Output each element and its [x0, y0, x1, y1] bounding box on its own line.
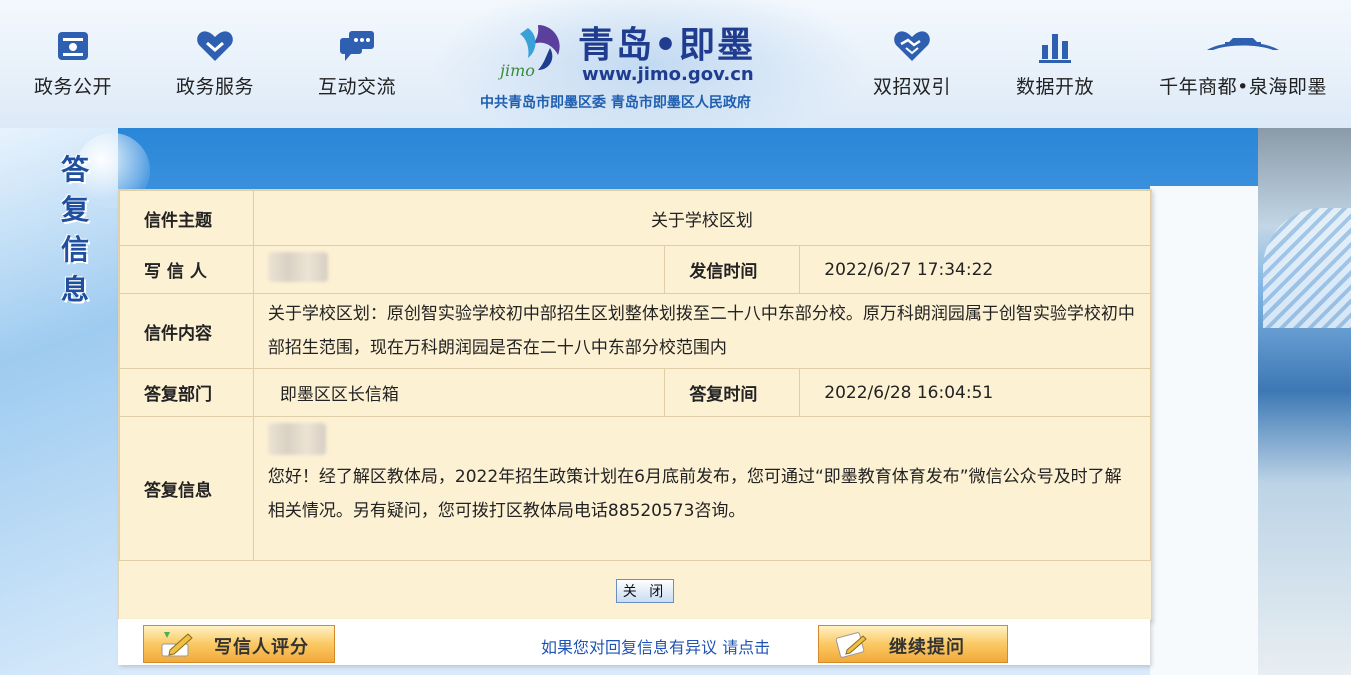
bottom-action-bar: 写信人评分 如果您对回复信息有异议 请点击 继续提问: [118, 619, 1150, 665]
subject-label: 信件主题: [119, 190, 254, 246]
nav-item-shuangzhao-shuangyin[interactable]: 双招双引: [847, 28, 977, 99]
pencil-rating-icon: [161, 632, 193, 657]
content-value: 关于学校区划：原创智实验学校初中部招生区划整体划拨至二十八中东部分校。原万科朗润…: [267, 304, 1135, 358]
content-cell: 关于学校区划：原创智实验学校初中部招生区划整体划拨至二十八中东部分校。原万科朗润…: [252, 293, 1152, 369]
right-photo-decoration: [1258, 128, 1351, 675]
jimo-logo-icon: jimo: [498, 25, 560, 80]
reply-time-value: 2022/6/28 16:04:51: [799, 368, 1151, 417]
rate-writer-button[interactable]: 写信人评分: [143, 625, 335, 663]
bar-chart-icon: [1039, 34, 1071, 63]
reply-cell: 您好！经了解区教体局，2022年招生政策计划在6月底前发布，您可通过“即墨教育体…: [252, 416, 1152, 561]
nav-label: 政务服务: [175, 76, 254, 98]
site-header: 政务公开 政务服务 互动交流 jimo 青岛•即墨 www.jimo.gov.c…: [0, 0, 1351, 128]
logo-mark-text: jimo: [498, 61, 535, 80]
subject-value: 关于学校区划: [252, 190, 1152, 246]
notepad-pencil-icon: [835, 632, 867, 658]
side-strip: [1150, 186, 1258, 675]
id-card-icon: [58, 32, 88, 60]
building-dome-decoration: [1263, 208, 1351, 328]
nav-label: 千年商都•泉海即墨: [1159, 76, 1327, 98]
reply-time-label: 答复时间: [664, 368, 801, 417]
nav-item-shuju-kaifang[interactable]: 数据开放: [990, 28, 1120, 99]
letter-detail-panel: 信件主题 关于学校区划 写 信 人 发信时间 2022/6/27 17:34:2…: [118, 189, 1152, 621]
logo-url: www.jimo.gov.cn: [582, 64, 754, 85]
nav-item-qiannian-shangdu[interactable]: 千年商都•泉海即墨: [1150, 28, 1336, 99]
row-writer: 写 信 人 发信时间 2022/6/27 17:34:22: [119, 245, 1151, 294]
logo-subtitle: 中共青岛市即墨区委 青岛市即墨区人民政府: [480, 95, 751, 111]
sent-time-label: 发信时间: [664, 245, 801, 294]
redacted-writer-name: [267, 252, 328, 282]
continue-question-button[interactable]: 继续提问: [818, 625, 1008, 663]
letter-detail-table: 信件主题 关于学校区划 写 信 人 发信时间 2022/6/27 17:34:2…: [119, 190, 1152, 561]
sent-time-value: 2022/6/27 17:34:22: [799, 245, 1151, 294]
redacted-reply-name: [267, 423, 326, 455]
close-button[interactable]: 关 闭: [616, 579, 674, 603]
pavilion-icon: [1207, 38, 1279, 50]
writer-value: [252, 245, 666, 294]
nav-item-zhengwu-fuwu[interactable]: 政务服务: [150, 28, 280, 99]
reply-value: 您好！经了解区教体局，2022年招生政策计划在6月底前发布，您可通过“即墨教育体…: [267, 467, 1122, 521]
section-title: 答复信息: [60, 153, 89, 306]
row-department: 答复部门 即墨区区长信箱 答复时间 2022/6/28 16:04:51: [119, 368, 1151, 417]
writer-label: 写 信 人: [119, 245, 254, 294]
heart-chevron-icon: [197, 31, 233, 61]
site-logo[interactable]: jimo 青岛•即墨 www.jimo.gov.cn 中共青岛市即墨区委 青岛市…: [480, 14, 800, 114]
dept-value: 即墨区区长信箱: [252, 368, 666, 417]
reply-label: 答复信息: [119, 416, 254, 561]
nav-label: 数据开放: [1015, 76, 1094, 98]
dept-label: 答复部门: [119, 368, 254, 417]
nav-item-zhengwu-gongkai[interactable]: 政务公开: [8, 28, 138, 99]
nav-item-hudong-jiaoliu[interactable]: 互动交流: [292, 28, 422, 99]
logo-title: 青岛•即墨: [578, 24, 756, 66]
objection-hint-link[interactable]: 如果您对回复信息有异议 请点击: [541, 634, 770, 658]
row-subject: 信件主题 关于学校区划: [119, 190, 1152, 246]
continue-question-label: 继续提问: [889, 637, 965, 658]
nav-label: 政务公开: [33, 76, 112, 98]
row-content: 信件内容 关于学校区划：原创智实验学校初中部招生区划整体划拨至二十八中东部分校。…: [119, 293, 1152, 369]
handshake-heart-icon: [894, 31, 930, 61]
content-label: 信件内容: [119, 293, 254, 369]
nav-label: 双招双引: [872, 76, 951, 98]
chat-bubble-icon: [340, 31, 374, 61]
nav-label: 互动交流: [317, 76, 396, 98]
rate-writer-label: 写信人评分: [214, 637, 309, 658]
row-reply: 答复信息 您好！经了解区教体局，2022年招生政策计划在6月底前发布，您可通过“…: [119, 416, 1152, 561]
